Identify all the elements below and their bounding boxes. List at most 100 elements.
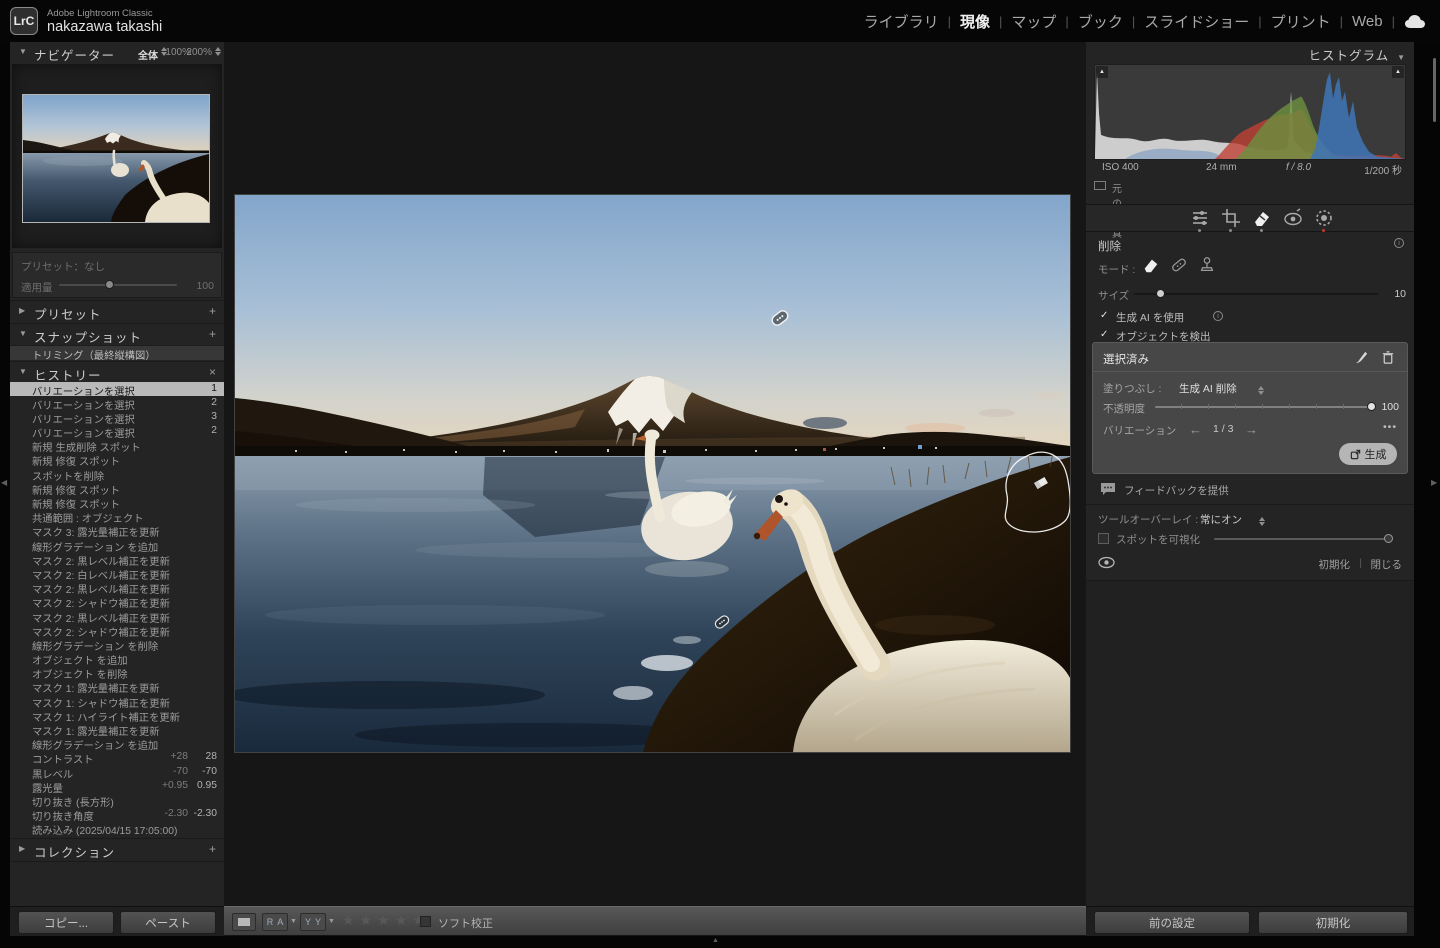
photo-view[interactable] (235, 195, 1070, 752)
history-item[interactable]: マスク 1: 露光量補正を更新 (10, 723, 224, 737)
collapse-triangle-icon[interactable]: ▼ (19, 47, 27, 56)
before-after-tb-button[interactable]: YY (300, 913, 326, 931)
collapse-triangle-icon[interactable]: ▶ (19, 306, 25, 315)
history-item[interactable]: 新規 修復 スポット (10, 481, 224, 495)
history-item[interactable]: オブジェクト を追加 (10, 652, 224, 666)
star-rating[interactable]: ★★★★★ (342, 912, 430, 929)
history-item[interactable]: 切り抜き角度-2.30-2.30 (10, 808, 224, 822)
size-slider[interactable] (1134, 293, 1378, 295)
preview-eye-icon[interactable] (1098, 556, 1115, 569)
module-tab-5[interactable]: スライドショー (1144, 11, 1249, 32)
history-item[interactable]: バリエーションを選択2 (10, 425, 224, 439)
history-item[interactable]: バリエーションを選択2 (10, 396, 224, 410)
history-item[interactable]: マスク 1: シャドウ補正を更新 (10, 694, 224, 708)
tool-overlay-value-dropdown[interactable]: 常にオン (1200, 512, 1242, 527)
opacity-slider-knob[interactable] (1367, 402, 1376, 411)
history-item[interactable]: 線形グラデーション を削除 (10, 637, 224, 651)
history-item[interactable]: 黒レベル-70-70 (10, 765, 224, 779)
overlay-updown-icon[interactable] (1259, 517, 1266, 526)
mode-clone-icon[interactable] (1198, 256, 1216, 274)
size-slider-knob[interactable] (1156, 289, 1165, 298)
snapshots-header[interactable]: ▼ スナップショット + (10, 325, 224, 345)
module-tab-2[interactable]: 現像 (960, 11, 990, 32)
collapse-triangle-icon[interactable]: ▼ (19, 367, 27, 376)
loupe-view-button[interactable] (232, 913, 256, 931)
history-item[interactable]: マスク 3: 露光量補正を更新 (10, 524, 224, 538)
histogram-box[interactable]: ▲ ▲ (1094, 64, 1406, 160)
mode-heal-icon[interactable] (1170, 256, 1188, 274)
star-icon[interactable]: ★ (342, 912, 360, 928)
history-item[interactable]: 新規 修復 スポット (10, 453, 224, 467)
filmstrip-expand-arrow[interactable]: ▲ (712, 937, 719, 944)
original-photo-checkbox[interactable] (1094, 181, 1106, 190)
collapse-triangle-icon[interactable]: ▶ (19, 844, 25, 853)
feedback-link[interactable]: フィードバックを提供 (1124, 483, 1229, 498)
feedback-bubble-icon[interactable] (1100, 482, 1116, 496)
variation-next-arrow[interactable]: → (1245, 422, 1258, 437)
copy-button[interactable]: コピー... (18, 911, 114, 934)
star-icon[interactable]: ★ (360, 912, 378, 928)
navigator-fit[interactable]: 全体 (138, 47, 158, 62)
caret-icon[interactable]: ▼ (328, 918, 335, 925)
module-tab-1[interactable]: ライブラリ (864, 11, 939, 32)
add-preset-button[interactable]: + (209, 304, 216, 318)
info-icon[interactable]: i (1213, 311, 1223, 321)
fill-updown-icon[interactable] (1258, 386, 1265, 395)
collapse-triangle-icon[interactable]: ▼ (19, 329, 27, 338)
opacity-slider[interactable] (1155, 406, 1375, 408)
presets-header[interactable]: ▶ プリセット + (10, 302, 224, 322)
history-item[interactable]: バリエーションを選択3 (10, 410, 224, 424)
clear-history-button[interactable]: × (209, 365, 216, 379)
history-item[interactable]: マスク 2: シャドウ補正を更新 (10, 623, 224, 637)
highlight-clipping-toggle[interactable]: ▲ (1392, 66, 1404, 78)
right-scrollbar[interactable] (1433, 58, 1436, 122)
right-panel-collapse-arrow[interactable]: ▶ (1431, 478, 1437, 487)
history-item[interactable]: 新規 修復 スポット (10, 496, 224, 510)
left-panel-collapse-arrow[interactable]: ◀ (1, 478, 7, 487)
history-item[interactable]: 線形グラデーション を追加 (10, 737, 224, 751)
variation-prev-arrow[interactable]: ← (1189, 422, 1202, 437)
visualize-slider[interactable] (1214, 538, 1392, 540)
navigator-thumbnail[interactable] (23, 95, 209, 222)
module-tab-4[interactable]: ブック (1078, 11, 1123, 32)
collapse-triangle-icon[interactable]: ▼ (1397, 53, 1406, 62)
history-item[interactable]: マスク 1: 露光量補正を更新 (10, 680, 224, 694)
mode-eraser-icon[interactable] (1142, 256, 1160, 274)
history-item[interactable]: 露光量+0.950.95 (10, 779, 224, 793)
before-after-lr-button[interactable]: RA (262, 913, 288, 931)
module-tab-6[interactable]: プリント (1271, 11, 1331, 32)
generative-ai-check-icon[interactable]: ✓ (1100, 310, 1108, 321)
histogram-header[interactable]: ヒストグラム▼ (1308, 45, 1406, 64)
history-item[interactable]: マスク 2: 黒レベル補正を更新 (10, 581, 224, 595)
history-item[interactable]: 新規 生成削除 スポット (10, 439, 224, 453)
module-tab-3[interactable]: マップ (1011, 11, 1056, 32)
navigator-zoom-200[interactable]: 200% (186, 47, 212, 58)
amount-slider-knob[interactable] (105, 280, 114, 289)
info-icon[interactable]: i (1394, 238, 1404, 248)
soft-proof-checkbox[interactable] (420, 916, 431, 927)
history-item[interactable]: 読み込み (2025/04/15 17:05:00) (10, 822, 224, 836)
shadow-clipping-toggle[interactable]: ▲ (1096, 66, 1108, 78)
visualize-spots-checkbox[interactable] (1098, 533, 1109, 544)
crop-tool-icon[interactable] (1221, 208, 1241, 228)
collections-header[interactable]: ▶ コレクション + (10, 840, 224, 860)
paste-button[interactable]: ペースト (120, 911, 216, 934)
history-item[interactable]: バリエーションを選択1 (10, 382, 224, 396)
star-icon[interactable]: ★ (377, 912, 395, 928)
history-item[interactable]: マスク 1: ハイライト補正を更新 (10, 708, 224, 722)
previous-settings-button[interactable]: 前の設定 (1094, 911, 1250, 934)
navigator-header[interactable]: ▼ ナビゲーター 全体 100% 200% (10, 43, 224, 63)
history-item[interactable]: オブジェクト を削除 (10, 666, 224, 680)
brush-icon[interactable] (1354, 350, 1369, 365)
panel-close-button[interactable]: 閉じる (1371, 557, 1403, 572)
basic-adjust-tool-icon[interactable] (1190, 208, 1210, 228)
history-item[interactable]: 線形グラデーション を追加 (10, 538, 224, 552)
history-item[interactable]: マスク 2: シャドウ補正を更新 (10, 595, 224, 609)
trash-icon[interactable] (1381, 350, 1395, 365)
visualize-slider-knob[interactable] (1384, 534, 1393, 543)
history-item[interactable]: 切り抜き (長方形) (10, 793, 224, 807)
history-item[interactable]: マスク 2: 黒レベル補正を更新 (10, 609, 224, 623)
history-header[interactable]: ▼ ヒストリー × (10, 363, 224, 383)
detect-objects-check-icon[interactable]: ✓ (1100, 329, 1108, 340)
add-snapshot-button[interactable]: + (209, 327, 216, 341)
